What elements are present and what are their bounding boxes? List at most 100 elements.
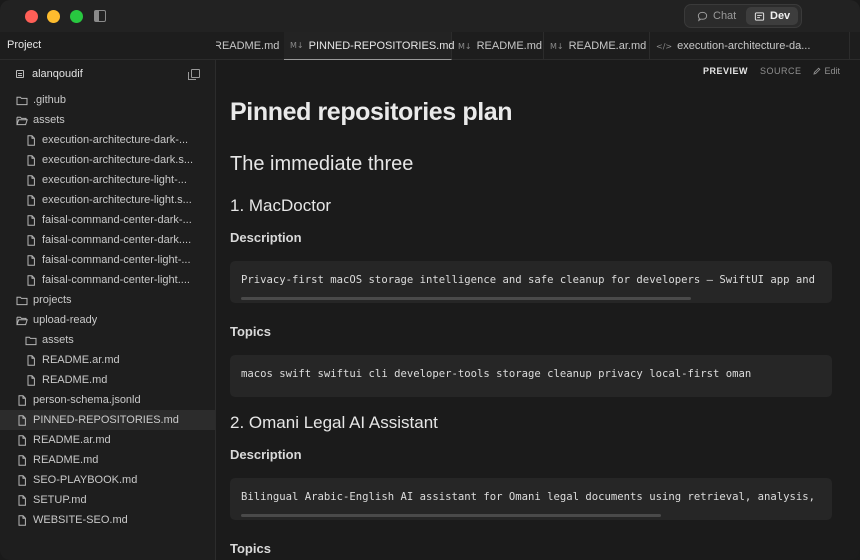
tree-file-item[interactable]: person-schema.jsonld [0,390,216,410]
tree-item-label: PINNED-REPOSITORIES.md [33,414,179,426]
tree-item-label: upload-ready [33,314,98,326]
tab-execution-architecture[interactable]: </> execution-architecture-da... [650,32,850,60]
tab-label: PINNED-REPOSITORIES.md [308,39,455,52]
tree-item-label: README.ar.md [42,354,120,366]
pencil-icon [813,67,821,75]
tab-label: README.md [476,40,543,52]
tab-label: README.ar.md [568,40,647,52]
tab-strip: README.md M↓ PINNED-REPOSITORIES.md M↓ R… [216,32,860,60]
horizontal-scrollbar[interactable] [241,297,691,300]
file-icon [16,394,28,406]
file-tree: .github assets execution-architecture-dark… [0,90,216,530]
folder-icon [16,295,28,306]
document-title: Pinned repositories plan [230,98,513,126]
tree-file-item[interactable]: SETUP.md [0,490,216,510]
mode-switch: Chat Dev [684,4,802,28]
tree-folder-item[interactable]: .github [0,90,216,110]
preview-toggle[interactable]: PREVIEW [703,66,748,76]
tree-file-item[interactable]: README.md [0,450,216,470]
file-icon [16,494,28,506]
project-panel-title: Project [7,39,42,51]
tree-item-label: README.md [42,374,108,386]
edit-label: Edit [824,66,840,76]
editor-tab-bar: Project README.md M↓ PINNED-REPOSITORIES… [0,32,860,60]
edit-button[interactable]: Edit [813,66,840,76]
tree-item-label: faisal-command-center-dark-... [42,214,192,226]
zoom-window-button[interactable] [70,10,83,23]
tree-item-label: SEO-PLAYBOOK.md [33,474,138,486]
tree-folder-item[interactable]: assets [0,330,216,350]
tree-item-label: .github [33,94,67,106]
view-mode-bar: PREVIEW SOURCE Edit [703,66,840,76]
tree-file-item[interactable]: faisal-command-center-dark-... [0,210,216,230]
tree-file-item[interactable]: faisal-command-center-dark.... [0,230,216,250]
tree-file-item[interactable]: faisal-command-center-light.... [0,270,216,290]
tree-file-item[interactable]: execution-architecture-light-... [0,170,216,190]
tab-pinned-repositories[interactable]: M↓ PINNED-REPOSITORIES.md [284,32,455,60]
tree-file-item[interactable]: execution-architecture-dark.s... [0,150,216,170]
tree-file-item[interactable]: README.ar.md [0,430,216,450]
tree-item-label: SETUP.md [33,494,87,506]
title-bar: Chat Dev [0,0,860,32]
source-toggle[interactable]: SOURCE [760,66,802,76]
tree-file-item[interactable]: faisal-command-center-light-... [0,250,216,270]
folder-open-icon [16,315,28,326]
file-icon [25,254,37,266]
terminal-window-icon [754,11,765,21]
file-icon [25,194,37,206]
tree-item-label: faisal-command-center-light.... [42,274,190,286]
minimize-window-button[interactable] [47,10,60,23]
code-text: macos swift swiftui cli developer-tools … [241,368,752,380]
tree-file-item[interactable]: PINNED-REPOSITORIES.md [0,410,216,430]
topics-label: Topics [230,324,271,339]
tree-item-label: execution-architecture-dark.s... [42,154,194,166]
tree-file-item[interactable]: README.md [0,370,216,390]
chat-mode-button[interactable]: Chat [689,7,744,25]
tree-folder-item[interactable]: projects [0,290,216,310]
code-block[interactable]: macos swift swiftui cli developer-tools … [230,355,832,397]
repo-heading-macdoctor: 1. MacDoctor [230,196,332,215]
tab-label: README.md [216,40,280,52]
file-icon [25,214,37,226]
markdown-icon: M↓ [458,41,472,51]
tree-file-item[interactable]: execution-architecture-light.s... [0,190,216,210]
dev-mode-button[interactable]: Dev [746,7,799,25]
file-icon [25,354,37,366]
tree-folder-item[interactable]: assets [0,110,216,130]
tree-file-item[interactable]: WEBSITE-SEO.md [0,510,216,530]
file-icon [16,414,28,426]
chat-mode-label: Chat [713,10,737,22]
tree-item-label: assets [33,114,65,126]
tab-readme-ar[interactable]: M↓ README.ar.md [544,32,650,60]
tab-readme-2[interactable]: M↓ README.md [452,32,544,60]
chat-bubble-icon [697,11,708,21]
folder-icon [16,95,28,106]
file-explorer-sidebar: alanqoudif .github assets execution-archit… [0,60,216,560]
file-icon [25,274,37,286]
file-icon [25,374,37,386]
file-icon [25,174,37,186]
code-block[interactable]: Bilingual Arabic-English AI assistant fo… [230,478,832,520]
tree-file-item[interactable]: execution-architecture-dark-... [0,130,216,150]
description-label: Description [230,230,302,245]
repository-icon [16,70,24,78]
tree-file-item[interactable]: SEO-PLAYBOOK.md [0,470,216,490]
tree-folder-item[interactable]: upload-ready [0,310,216,330]
topics-label: Topics [230,541,271,556]
explorer-header: alanqoudif [0,60,216,88]
folder-icon [25,335,37,346]
tab-readme[interactable]: README.md [216,32,287,60]
sidebar-toggle-icon[interactable] [94,10,106,22]
section-heading: The immediate three [230,153,414,175]
horizontal-scrollbar[interactable] [241,514,661,517]
tree-item-label: projects [33,294,72,306]
close-window-button[interactable] [25,10,38,23]
copy-icon[interactable] [188,69,200,80]
explorer-root-label: alanqoudif [32,68,83,80]
file-icon [25,234,37,246]
tree-item-label: assets [42,334,74,346]
tree-file-item[interactable]: README.ar.md [0,350,216,370]
dev-mode-label: Dev [770,10,791,22]
file-icon [25,154,37,166]
code-block[interactable]: Privacy-first macOS storage intelligence… [230,261,832,303]
